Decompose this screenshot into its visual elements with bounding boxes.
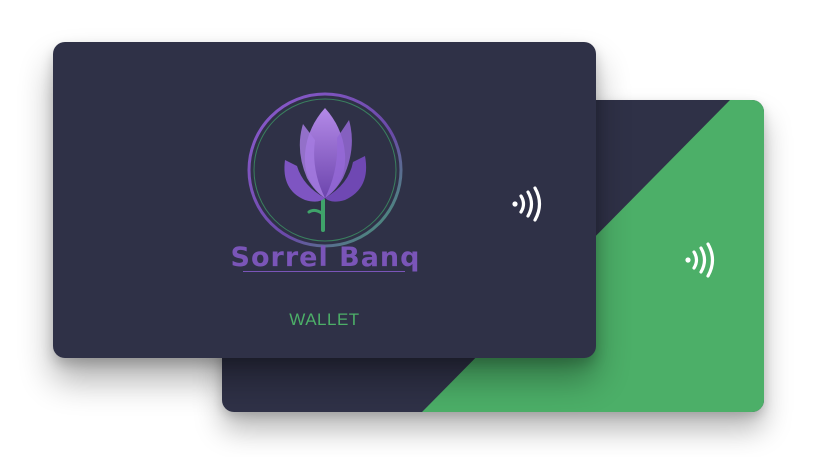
brand-name: Sorrel Banq xyxy=(230,242,421,273)
contactless-icon xyxy=(512,186,542,222)
front-card: Sorrel Banq WALLET xyxy=(53,42,596,358)
card-scene: Sorrel Banq WALLET xyxy=(0,0,816,457)
tulip-logo-icon xyxy=(247,92,403,248)
contactless-icon xyxy=(685,242,715,278)
card-label: WALLET xyxy=(289,310,360,329)
brand-underline xyxy=(243,271,405,272)
